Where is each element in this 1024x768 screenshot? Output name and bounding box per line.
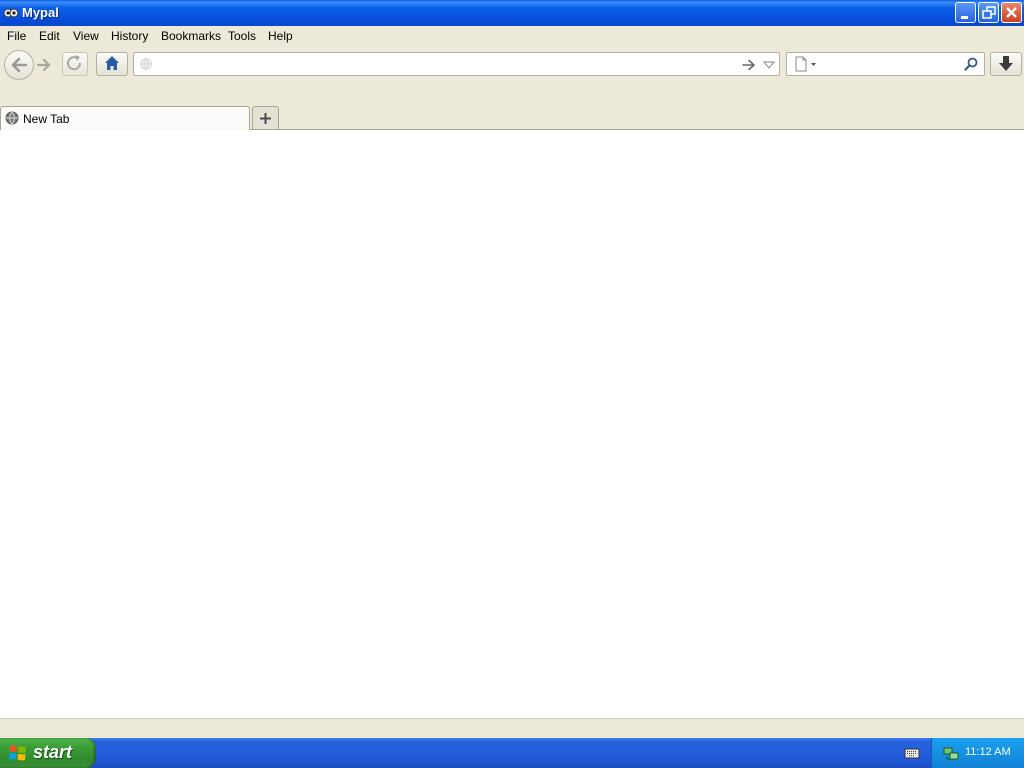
network-icon[interactable] xyxy=(942,744,960,762)
close-button[interactable] xyxy=(1001,2,1022,23)
download-arrow-icon xyxy=(999,56,1013,71)
plus-icon xyxy=(260,113,271,124)
globe-icon xyxy=(5,111,19,125)
reload-button[interactable] xyxy=(62,52,88,76)
downloads-button[interactable] xyxy=(990,52,1022,76)
tab-label: New Tab xyxy=(23,112,70,126)
forward-arrow-icon xyxy=(36,58,51,72)
taskbar: start 11:12 AM xyxy=(0,738,1024,768)
menu-tools[interactable]: Tools xyxy=(228,29,256,43)
magnifier-icon[interactable] xyxy=(963,56,979,72)
keyboard-icon[interactable] xyxy=(904,745,920,761)
menu-history[interactable]: History xyxy=(111,29,148,43)
clock[interactable]: 11:12 AM xyxy=(965,746,1011,758)
restore-icon xyxy=(982,6,996,19)
minimize-button[interactable] xyxy=(955,2,976,23)
navigation-toolbar xyxy=(0,46,1024,102)
menu-bar: File Edit View History Bookmarks Tools H… xyxy=(0,26,1024,46)
back-arrow-icon xyxy=(11,57,28,73)
search-bar[interactable] xyxy=(786,52,985,76)
close-icon xyxy=(1006,7,1017,18)
title-bar[interactable]: Mypal xyxy=(0,0,1024,26)
tab-strip: New Tab xyxy=(0,102,1024,130)
status-bar xyxy=(0,718,1024,738)
history-dropdown-icon[interactable] xyxy=(761,57,777,73)
url-input[interactable] xyxy=(156,56,740,74)
start-button[interactable]: start xyxy=(0,738,96,768)
start-label: start xyxy=(33,742,73,762)
menu-file[interactable]: File xyxy=(7,29,26,43)
tab-new-tab[interactable]: New Tab xyxy=(0,106,250,130)
mypal-icon[interactable] xyxy=(3,5,19,21)
menu-bookmarks[interactable]: Bookmarks xyxy=(161,29,221,43)
search-engine-icon[interactable] xyxy=(793,56,819,72)
reload-icon xyxy=(67,55,82,71)
back-button[interactable] xyxy=(4,50,34,80)
forward-button[interactable] xyxy=(34,54,56,76)
system-tray: 11:12 AM xyxy=(931,738,1024,768)
window-title: Mypal xyxy=(22,5,59,20)
address-bar[interactable] xyxy=(133,52,780,76)
restore-button[interactable] xyxy=(978,2,999,23)
home-button[interactable] xyxy=(96,52,128,76)
windows-logo-icon xyxy=(9,745,26,761)
menu-edit[interactable]: Edit xyxy=(39,29,60,43)
search-input[interactable] xyxy=(821,56,961,74)
minimize-icon xyxy=(961,16,968,19)
menu-view[interactable]: View xyxy=(73,29,99,43)
globe-icon xyxy=(140,58,152,70)
menu-help[interactable]: Help xyxy=(268,29,293,43)
home-icon xyxy=(105,56,119,70)
page-content[interactable] xyxy=(0,130,1024,718)
new-tab-button[interactable] xyxy=(252,106,279,129)
go-arrow-icon[interactable] xyxy=(741,57,757,73)
